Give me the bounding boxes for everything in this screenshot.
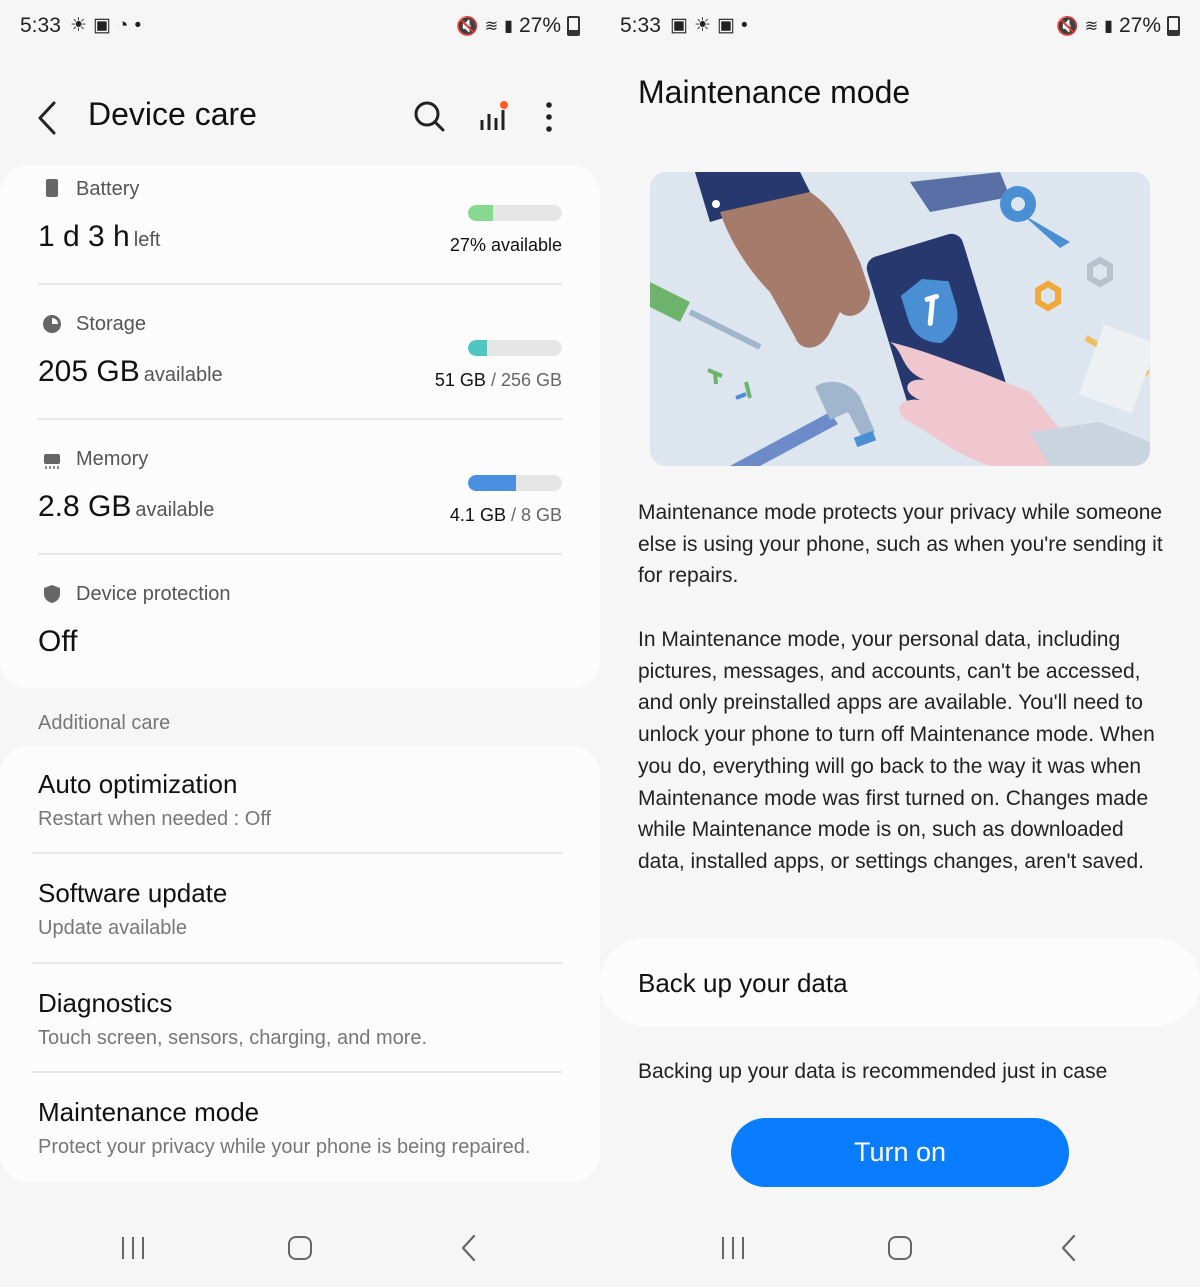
gallery-icon: ▣ bbox=[717, 15, 735, 36]
signal-icon: ▮ bbox=[1104, 18, 1113, 35]
memory-value: 2.8 GB bbox=[38, 490, 132, 523]
device-care-screen: 5:33 ☀ ▣ ◔ • 🔇 ≋ ▮ 27% Device care Batte… bbox=[0, 0, 600, 1287]
mute-icon: 🔇 bbox=[456, 15, 479, 36]
activity-chart-icon[interactable] bbox=[476, 100, 510, 134]
memory-used: 4.1 GB bbox=[449, 505, 506, 525]
memory-usage: 4.1 GB / 8 GB bbox=[450, 505, 562, 526]
dot-icon: • bbox=[740, 14, 748, 36]
storage-bar bbox=[468, 340, 562, 356]
maintenance-mode-screen: 5:33 ▣ ☀ ▣ • 🔇 ≋ ▮ 27% Maintenance mode bbox=[600, 0, 1200, 1287]
storage-bar-fill bbox=[468, 340, 487, 356]
maintenance-mode-item[interactable]: Maintenance mode Protect your privacy wh… bbox=[38, 1097, 562, 1159]
gallery-icon: ▣ bbox=[93, 15, 111, 36]
page-title: Maintenance mode bbox=[638, 74, 911, 110]
storage-label: Storage bbox=[76, 313, 147, 335]
dot-icon: • bbox=[134, 14, 142, 36]
battery-percent: 27% bbox=[518, 14, 561, 37]
list-item-subtitle: Update available bbox=[38, 917, 187, 939]
storage-unit: available bbox=[143, 364, 223, 386]
divider bbox=[32, 962, 562, 964]
status-bar: 5:33 ☀ ▣ ◔ • 🔇 ≋ ▮ 27% bbox=[0, 0, 600, 56]
divider bbox=[38, 553, 562, 555]
auto-optimization-item[interactable]: Auto optimization Restart when needed : … bbox=[38, 769, 562, 831]
brightness-icon: ☀ bbox=[70, 15, 88, 36]
battery-unit: left bbox=[133, 229, 161, 251]
list-item-title: Maintenance mode bbox=[38, 1097, 260, 1127]
storage-available[interactable]: 205 GB available bbox=[38, 355, 223, 389]
memory-chip-icon bbox=[44, 454, 60, 469]
battery-icon bbox=[1167, 16, 1180, 36]
notification-icons: ☀ ▣ ◔ • bbox=[70, 14, 141, 37]
repair-hands-illustration bbox=[650, 172, 1150, 466]
list-item-subtitle: Protect your privacy while your phone is… bbox=[38, 1136, 531, 1158]
description-paragraph-1: Maintenance mode protects your privacy w… bbox=[638, 501, 1163, 588]
battery-label: Battery bbox=[76, 178, 140, 200]
list-item-title: Auto optimization bbox=[38, 769, 238, 799]
storage-usage: 51 GB / 256 GB bbox=[435, 370, 562, 391]
gallery-icon: ▣ bbox=[670, 15, 688, 36]
memory-total: / 8 GB bbox=[510, 505, 562, 525]
status-bar: 5:33 ▣ ☀ ▣ • 🔇 ≋ ▮ 27% bbox=[600, 0, 1200, 56]
back-nav-icon[interactable] bbox=[455, 1233, 485, 1263]
mute-icon: 🔇 bbox=[1056, 15, 1079, 36]
status-time: 5:33 bbox=[20, 14, 61, 37]
back-arrow-icon[interactable] bbox=[34, 100, 64, 136]
list-item-title: Software update bbox=[38, 878, 228, 908]
sync-icon: ◔ bbox=[117, 14, 129, 36]
search-icon[interactable] bbox=[412, 100, 446, 134]
storage-value: 205 GB bbox=[38, 355, 140, 388]
additional-care-heading: Additional care bbox=[38, 712, 171, 734]
more-options-icon[interactable] bbox=[532, 100, 566, 134]
status-time: 5:33 bbox=[620, 14, 661, 37]
recent-apps-icon[interactable] bbox=[718, 1233, 748, 1263]
battery-available: 27% available bbox=[449, 235, 562, 255]
battery-time-left[interactable]: 1 d 3 h left bbox=[38, 220, 160, 254]
list-item-title: Diagnostics bbox=[38, 988, 173, 1018]
battery-icon bbox=[567, 16, 580, 36]
battery-percent: 27% bbox=[1118, 14, 1161, 37]
home-icon[interactable] bbox=[285, 1233, 315, 1263]
storage-used: 51 GB bbox=[434, 370, 486, 390]
memory-unit: available bbox=[135, 499, 215, 521]
divider bbox=[38, 283, 562, 285]
software-update-item[interactable]: Software update Update available bbox=[38, 878, 562, 940]
list-item-subtitle: Touch screen, sensors, charging, and mor… bbox=[38, 1027, 428, 1049]
signal-icon: ▮ bbox=[504, 18, 513, 35]
diagnostics-item[interactable]: Diagnostics Touch screen, sensors, charg… bbox=[38, 988, 562, 1050]
battery-bar bbox=[468, 205, 562, 221]
back-nav-icon[interactable] bbox=[1055, 1233, 1085, 1263]
backup-description: Backing up your data is recommended just… bbox=[638, 1060, 1108, 1083]
memory-label: Memory bbox=[76, 448, 149, 470]
wifi-icon: ≋ bbox=[1084, 18, 1099, 35]
wifi-icon: ≋ bbox=[484, 18, 499, 35]
recent-apps-icon[interactable] bbox=[118, 1233, 148, 1263]
device-protection-status[interactable]: Off bbox=[38, 625, 77, 659]
shield-icon bbox=[44, 585, 60, 603]
memory-bar-fill bbox=[468, 475, 516, 491]
home-icon[interactable] bbox=[885, 1233, 915, 1263]
list-item-subtitle: Restart when needed : Off bbox=[38, 808, 272, 830]
battery-bar-fill bbox=[468, 205, 494, 221]
device-protection-label: Device protection bbox=[76, 583, 231, 605]
brightness-icon: ☀ bbox=[693, 15, 711, 36]
notification-icons: ▣ ☀ ▣ • bbox=[670, 14, 748, 37]
description-paragraph-2: In Maintenance mode, your personal data,… bbox=[638, 628, 1155, 873]
maintenance-illustration bbox=[650, 172, 1150, 466]
battery-value: 1 d 3 h bbox=[38, 220, 130, 253]
storage-icon bbox=[43, 315, 61, 333]
memory-bar bbox=[468, 475, 562, 491]
memory-available[interactable]: 2.8 GB available bbox=[38, 490, 214, 524]
turn-on-button[interactable]: Turn on bbox=[731, 1118, 1069, 1187]
battery-small-icon bbox=[46, 179, 58, 197]
system-icons: 🔇 ≋ ▮ 27% bbox=[1056, 14, 1180, 38]
system-icons: 🔇 ≋ ▮ 27% bbox=[456, 14, 580, 38]
backup-title[interactable]: Back up your data bbox=[638, 968, 848, 999]
storage-total: / 256 GB bbox=[490, 370, 562, 390]
divider bbox=[32, 852, 562, 854]
page-title: Device care bbox=[88, 96, 257, 132]
divider bbox=[32, 1071, 562, 1073]
divider bbox=[38, 418, 562, 420]
